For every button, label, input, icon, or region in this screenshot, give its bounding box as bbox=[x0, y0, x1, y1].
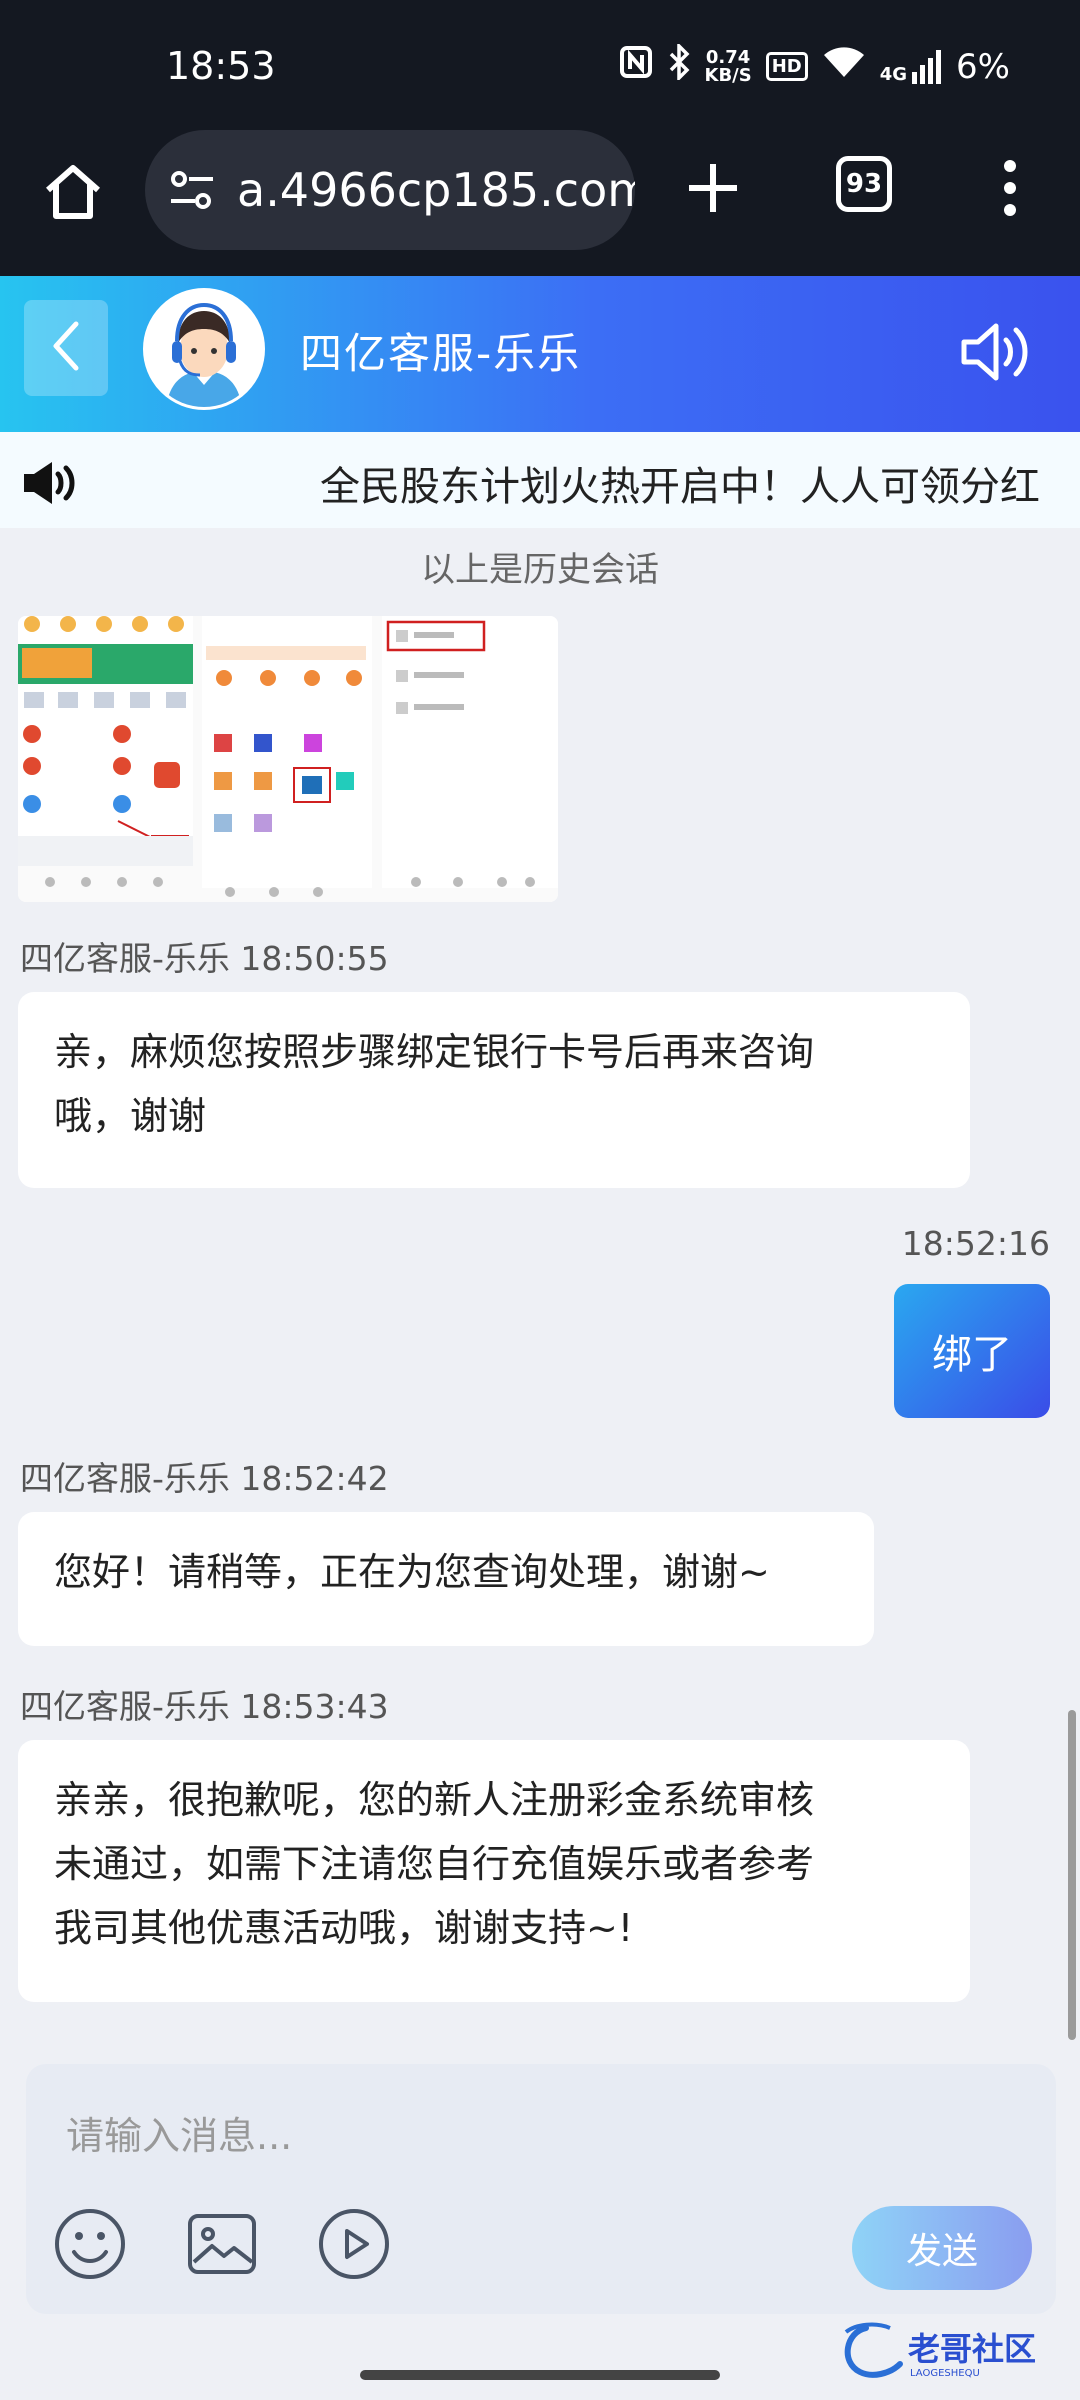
svg-text:LAOGESHEQU: LAOGESHEQU bbox=[910, 2368, 980, 2379]
hd-badge: HD bbox=[765, 52, 808, 81]
net-speed-unit: KB/S bbox=[704, 64, 752, 86]
chevron-left-icon bbox=[46, 318, 86, 378]
message-text: 我司其他优惠活动哦，谢谢支持~! bbox=[54, 1906, 634, 1950]
message-sender: 四亿客服-乐乐 18:50:55 bbox=[20, 939, 389, 978]
history-note: 以上是历史会话 bbox=[421, 550, 659, 590]
message-text: 哦，谢谢 bbox=[54, 1094, 207, 1138]
gesture-home-bar[interactable] bbox=[360, 2370, 720, 2380]
more-vert-icon[interactable] bbox=[1000, 158, 1020, 218]
scrollbar[interactable] bbox=[1068, 1710, 1076, 2040]
message-text: 您好！请稍等，正在为您查询处理，谢谢~ bbox=[54, 1550, 770, 1594]
svg-text:老哥社区: 老哥社区 bbox=[908, 2330, 1036, 2368]
url-text[interactable]: a.4966cp185.com bbox=[237, 163, 635, 217]
network-type: 4G bbox=[879, 63, 908, 85]
tune-icon[interactable] bbox=[167, 165, 217, 215]
video-play-icon[interactable] bbox=[316, 2206, 392, 2282]
site-watermark-logo: 老哥社区 LAOGESHEQU bbox=[836, 2318, 1066, 2382]
message-text: 亲，麻烦您按照步骤绑定银行卡号后再来咨询 bbox=[54, 1030, 815, 1074]
status-time: 18:53 bbox=[166, 44, 276, 88]
send-button[interactable]: 发送 bbox=[852, 2206, 1032, 2290]
battery-level: 6% bbox=[956, 46, 1010, 87]
image-icon[interactable] bbox=[184, 2206, 260, 2282]
tab-switcher-button[interactable]: 93 bbox=[836, 156, 892, 212]
net-speed: 0.74 KB/S bbox=[704, 48, 752, 86]
chat-header: 四亿客服-乐乐 bbox=[0, 276, 1080, 432]
emoji-icon[interactable] bbox=[52, 2206, 128, 2282]
status-bar: 18:53 0.74 KB/S HD 4G 6% bbox=[0, 0, 1080, 136]
message-sender: 四亿客服-乐乐 18:52:42 bbox=[20, 1459, 389, 1498]
message-bubble-outgoing[interactable]: 绑了 bbox=[894, 1284, 1050, 1418]
message-bubble-incoming[interactable]: 亲亲，很抱歉呢，您的新人注册彩金系统审核 未通过，如需下注请您自行充值娱乐或者参… bbox=[18, 1740, 970, 2002]
message-text: 未通过，如需下注请您自行充值娱乐或者参考 bbox=[54, 1842, 815, 1886]
message-sender: 四亿客服-乐乐 18:53:43 bbox=[20, 1687, 389, 1726]
message-text: 绑了 bbox=[932, 1332, 1012, 1378]
message-bubble-incoming[interactable]: 您好！请稍等，正在为您查询处理，谢谢~ bbox=[18, 1512, 874, 1646]
bluetooth-icon bbox=[667, 41, 691, 89]
address-bar[interactable]: a.4966cp185.com bbox=[145, 130, 635, 250]
back-button[interactable] bbox=[24, 300, 108, 396]
wifi-icon bbox=[822, 45, 866, 88]
message-input[interactable] bbox=[66, 2114, 966, 2158]
marquee-text: 全民股东计划火热开启中！人人可领分红 bbox=[320, 464, 1040, 510]
browser-chrome: 18:53 0.74 KB/S HD 4G 6% a.4966cp185.com… bbox=[0, 0, 1080, 276]
plus-icon[interactable] bbox=[683, 158, 743, 218]
status-icons: 0.74 KB/S HD 4G 6% bbox=[619, 41, 1010, 89]
shared-screenshot-image[interactable] bbox=[18, 616, 558, 902]
browser-toolbar: a.4966cp185.com 93 bbox=[0, 130, 1080, 260]
home-icon[interactable] bbox=[38, 156, 108, 226]
megaphone-icon bbox=[22, 458, 76, 508]
agent-avatar bbox=[143, 288, 265, 410]
message-composer: 发送 bbox=[26, 2064, 1056, 2314]
nfc-icon bbox=[619, 45, 653, 88]
announcement-marquee: 全民股东计划火热开启中！人人可领分红 bbox=[0, 432, 1080, 528]
message-timestamp: 18:52:16 bbox=[901, 1224, 1050, 1263]
speaker-icon[interactable] bbox=[958, 316, 1034, 388]
message-bubble-incoming[interactable]: 亲，麻烦您按照步骤绑定银行卡号后再来咨询 哦，谢谢 bbox=[18, 992, 970, 1188]
agent-name: 四亿客服-乐乐 bbox=[300, 329, 582, 378]
message-list[interactable]: 以上是历史会话 四亿客服-乐乐 18:50:55 亲，麻烦您按照步骤绑定银行卡号… bbox=[0, 528, 1080, 2038]
cell-signal: 4G bbox=[879, 49, 942, 85]
message-text: 亲亲，很抱歉呢，您的新人注册彩金系统审核 bbox=[54, 1778, 815, 1822]
